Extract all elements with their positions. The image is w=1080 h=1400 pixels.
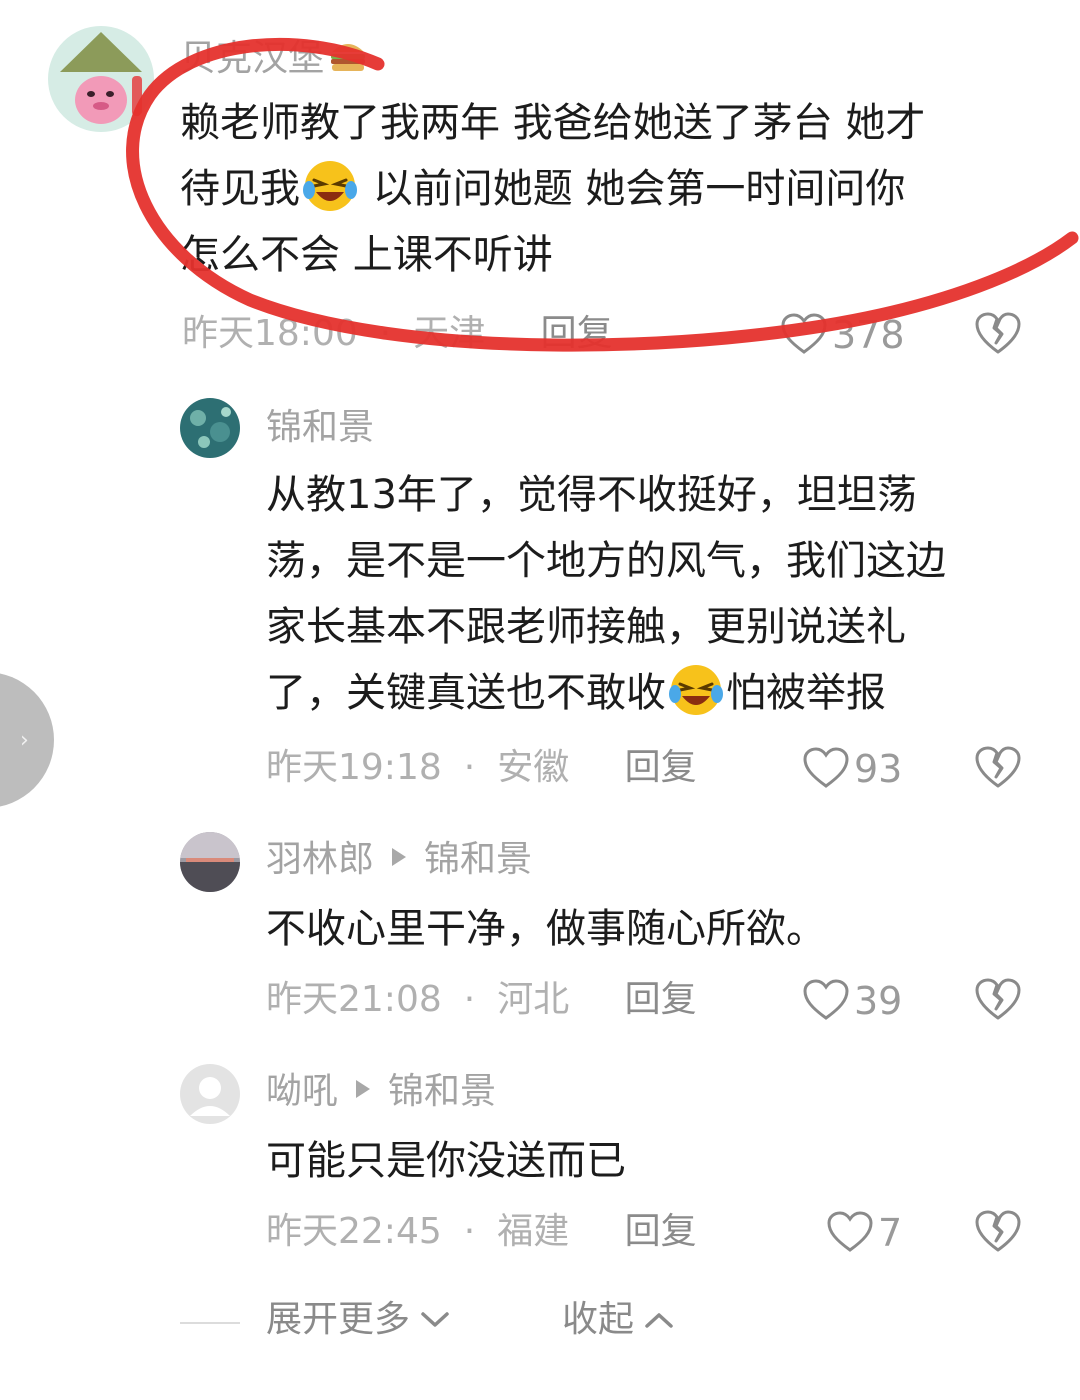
reply-button[interactable]: 回复 [625, 979, 697, 1020]
meta-gap [591, 747, 602, 788]
comment-line: 待见我 以前问她题 她会第一时间问你 [180, 156, 925, 222]
comment-author[interactable]: 贝克汉堡 [180, 36, 368, 81]
dislike-button[interactable] [974, 310, 1022, 360]
avatar[interactable] [180, 832, 240, 892]
comment-text: 从教13年了，觉得不收挺好，坦坦荡 荡，是不是一个地方的风气，我们这边 家长基本… [266, 462, 946, 726]
comment-meta: 昨天18:00 · 天津 回复 [182, 316, 613, 352]
reply-to-name[interactable]: 锦和景 [424, 839, 532, 880]
like-count: 7 [878, 1211, 903, 1255]
comment-line: 赖老师教了我两年 我爸给她送了茅台 她才 [180, 100, 926, 146]
reply-button[interactable]: 回复 [625, 1211, 697, 1252]
meta-separator: · [463, 979, 476, 1020]
comment-line: 荡，是不是一个地方的风气，我们这边 [266, 538, 946, 584]
comment-location: 安徽 [497, 747, 570, 788]
comment-line: 了，关键真送也不敢收 怕被举报 [266, 660, 946, 726]
avatar[interactable] [180, 1064, 240, 1124]
comment-location: 福建 [497, 1211, 570, 1252]
author-name[interactable]: 锦和景 [266, 407, 374, 448]
meta-separator: · [463, 747, 476, 788]
footer-divider [180, 1322, 240, 1324]
like-count: 93 [854, 747, 903, 791]
dislike-button[interactable] [974, 1208, 1022, 1258]
author-name[interactable]: 贝克汉堡 [180, 38, 324, 79]
chevron-right-icon: › [20, 728, 29, 753]
laugh-cry-icon [668, 662, 724, 718]
comment-author[interactable]: 锦和景 [266, 410, 374, 446]
comment-meta: 昨天22:45 · 福建 回复 [266, 1214, 697, 1250]
like-button[interactable]: 39 [802, 978, 902, 1022]
reply-button[interactable]: 回复 [541, 313, 613, 354]
avatar[interactable] [48, 26, 154, 132]
heart-icon [803, 979, 849, 1020]
comment-time: 昨天21:08 [266, 979, 442, 1020]
broken-heart-icon [975, 746, 1021, 788]
side-drawer-handle[interactable]: › [0, 672, 54, 808]
broken-heart-icon [975, 978, 1021, 1020]
comment-fragment: 以前问她题 她会第一时间问你 [360, 166, 906, 212]
comment-fragment: 待见我 [180, 166, 300, 212]
comment-text: 不收心里干净，做事随心所欲。 [266, 896, 826, 962]
collapse-label: 收起 [562, 1299, 635, 1340]
comment-line: 可能只是你没送而已 [266, 1138, 626, 1184]
author-name[interactable]: 羽林郎 [266, 839, 374, 880]
collapse-button[interactable]: 收起 [562, 1302, 674, 1338]
avatar[interactable] [180, 398, 240, 458]
reply-to-name[interactable]: 锦和景 [388, 1071, 496, 1112]
comment-time: 昨天19:18 [266, 747, 442, 788]
expand-more-label: 展开更多 [266, 1299, 411, 1340]
heart-icon [781, 313, 827, 354]
comment-location: 河北 [497, 979, 570, 1020]
comment-text: 可能只是你没送而已 [266, 1128, 626, 1194]
comment-time: 昨天22:45 [266, 1211, 442, 1252]
comment-author[interactable]: 羽林郎 锦和景 [266, 842, 532, 878]
comment-meta: 昨天21:08 · 河北 回复 [266, 982, 697, 1018]
dislike-button[interactable] [974, 744, 1022, 794]
comment-fragment: 了，关键真送也不敢收 [266, 670, 666, 716]
broken-heart-icon [975, 1210, 1021, 1252]
comment-fragment: 怕被举报 [726, 670, 886, 716]
comment-time: 昨天18:00 [182, 313, 358, 354]
comment-author[interactable]: 呦吼 锦和景 [266, 1074, 496, 1110]
comment-text: 赖老师教了我两年 我爸给她送了茅台 她才 待见我 以前问她题 她会第一时间问你 … [180, 90, 925, 288]
like-count: 39 [854, 979, 903, 1023]
comment-line: 怎么不会 上课不听讲 [180, 232, 553, 278]
meta-separator: · [463, 1211, 476, 1252]
laugh-cry-icon [302, 158, 358, 214]
comment-line: 家长基本不跟老师接触，更别说送礼 [266, 604, 906, 650]
hamburger-icon [328, 36, 368, 81]
chevron-up-icon [645, 1313, 673, 1328]
reply-arrow-icon [356, 1080, 371, 1098]
comment-line: 不收心里干净，做事随心所欲。 [266, 906, 826, 952]
meta-gap [591, 979, 602, 1020]
meta-separator: · [379, 313, 392, 354]
reply-arrow-icon [392, 848, 407, 866]
expand-more-button[interactable]: 展开更多 [266, 1302, 450, 1338]
author-name[interactable]: 呦吼 [266, 1071, 338, 1112]
like-button[interactable]: 93 [802, 746, 902, 790]
heart-icon [803, 747, 849, 788]
like-button[interactable]: 7 [826, 1210, 902, 1254]
comment-location: 天津 [413, 313, 486, 354]
chevron-down-icon [421, 1312, 449, 1327]
meta-gap [507, 313, 518, 354]
like-count: 378 [832, 313, 905, 357]
like-button[interactable]: 378 [780, 312, 905, 356]
comment-line: 从教13年了，觉得不收挺好，坦坦荡 [266, 472, 917, 518]
heart-icon [827, 1211, 873, 1252]
comment-meta: 昨天19:18 · 安徽 回复 [266, 750, 697, 786]
meta-gap [591, 1211, 602, 1252]
dislike-button[interactable] [974, 976, 1022, 1026]
reply-button[interactable]: 回复 [625, 747, 697, 788]
broken-heart-icon [975, 312, 1021, 354]
